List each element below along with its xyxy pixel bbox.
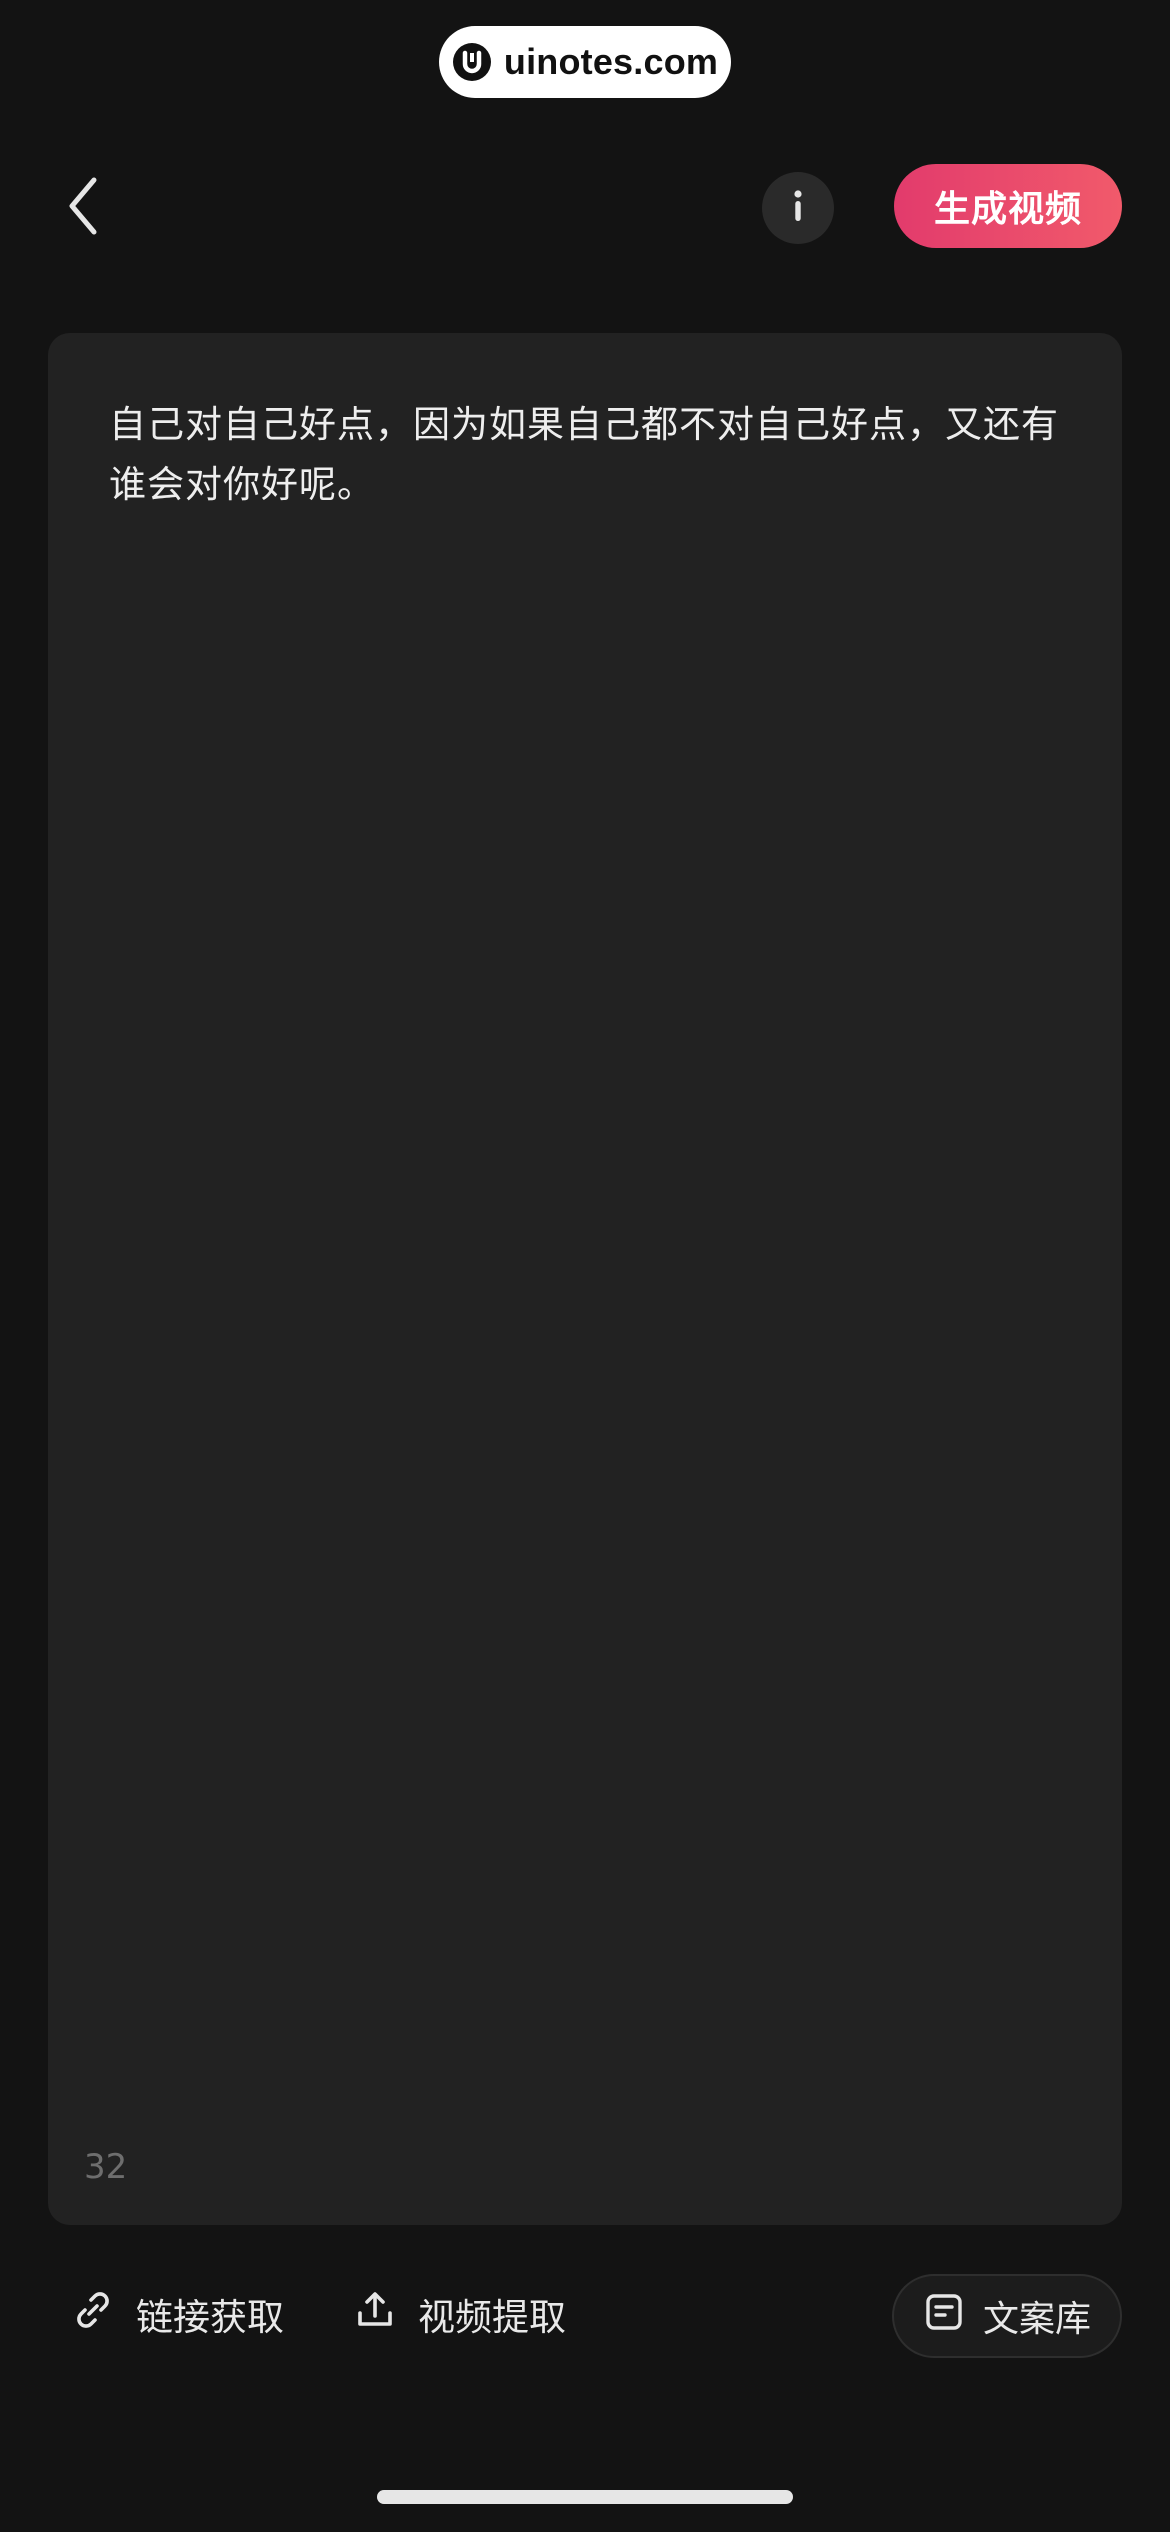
chevron-left-icon — [66, 176, 100, 240]
uinotes-logo-icon — [452, 42, 492, 82]
back-button[interactable] — [58, 175, 108, 241]
home-indicator[interactable] — [377, 2490, 793, 2504]
script-text-editor[interactable]: 自己对自己好点，因为如果自己都不对自己好点，又还有谁会对你好呢。 32 — [48, 333, 1122, 2225]
info-icon — [791, 189, 805, 227]
document-icon — [923, 2291, 965, 2342]
link-icon — [72, 2289, 114, 2340]
extract-from-video-label: 视频提取 — [418, 2296, 566, 2339]
watermark-badge: uinotes.com — [439, 26, 731, 98]
script-text[interactable]: 自己对自己好点，因为如果自己都不对自己好点，又还有谁会对你好呢。 — [109, 395, 1069, 515]
upload-icon — [354, 2289, 396, 2340]
character-count: 32 — [84, 2147, 128, 2187]
info-button[interactable] — [762, 172, 834, 244]
generate-video-button[interactable]: 生成视频 — [894, 164, 1122, 248]
watermark-text: uinotes.com — [503, 41, 719, 82]
fetch-from-link-label: 链接获取 — [136, 2296, 284, 2339]
script-library-button[interactable]: 文案库 — [892, 2274, 1122, 2358]
extract-from-video-button[interactable]: 视频提取 — [354, 2278, 566, 2350]
fetch-from-link-button[interactable]: 链接获取 — [72, 2278, 284, 2350]
script-library-label: 文案库 — [982, 2299, 1091, 2340]
